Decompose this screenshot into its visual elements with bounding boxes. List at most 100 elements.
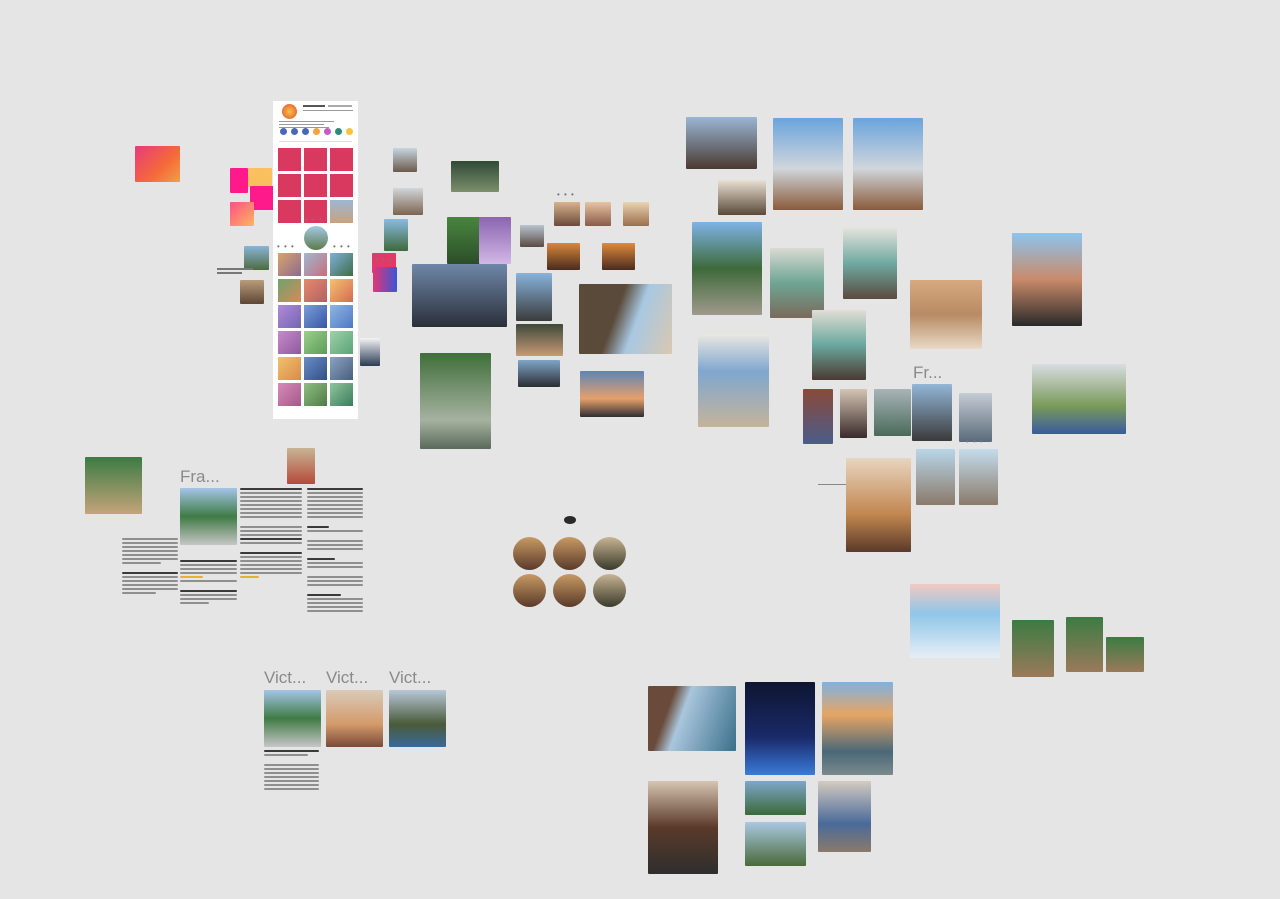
photo[interactable] xyxy=(1012,620,1054,677)
grid-photo[interactable] xyxy=(330,383,353,406)
grid-photo[interactable] xyxy=(278,331,301,354)
photo[interactable] xyxy=(686,117,757,169)
photo[interactable] xyxy=(420,353,491,449)
circle-photo[interactable] xyxy=(593,537,626,570)
photo-small[interactable] xyxy=(585,202,611,226)
photo[interactable] xyxy=(843,228,897,299)
photo[interactable] xyxy=(389,690,446,747)
grid-photo[interactable] xyxy=(304,357,327,380)
photo[interactable] xyxy=(846,458,911,552)
more-icon[interactable]: • • • xyxy=(305,215,323,224)
photo[interactable] xyxy=(812,310,866,380)
photo[interactable] xyxy=(451,161,499,192)
circle-photo[interactable] xyxy=(553,574,586,607)
photo[interactable] xyxy=(745,781,806,815)
pink-pattern-image[interactable] xyxy=(135,146,180,182)
swatch-yellow[interactable] xyxy=(248,168,272,187)
profile-avatar[interactable] xyxy=(304,226,328,250)
swatch-magenta[interactable] xyxy=(230,168,248,193)
photo[interactable] xyxy=(447,217,480,264)
photo-small[interactable] xyxy=(240,280,264,304)
photo[interactable] xyxy=(745,822,806,866)
grid-photo[interactable] xyxy=(330,357,353,380)
grid-photo[interactable] xyxy=(304,331,327,354)
grid-post[interactable] xyxy=(330,148,353,171)
photo[interactable] xyxy=(770,248,824,318)
grid-photo[interactable] xyxy=(278,305,301,328)
highlight-circle[interactable] xyxy=(280,128,287,135)
frame-label[interactable]: Fr... xyxy=(913,363,942,383)
photo[interactable] xyxy=(1106,637,1144,672)
grid-post[interactable] xyxy=(330,200,353,223)
grid-post[interactable] xyxy=(278,174,301,197)
photo[interactable] xyxy=(264,690,321,747)
photo[interactable] xyxy=(648,686,736,751)
highlight-circle[interactable] xyxy=(313,128,320,135)
photo-small[interactable] xyxy=(520,225,544,247)
photo[interactable] xyxy=(1066,617,1103,672)
photo-small[interactable] xyxy=(384,219,408,251)
grid-photo[interactable] xyxy=(304,253,327,276)
photo[interactable] xyxy=(853,118,923,210)
photo-small[interactable] xyxy=(547,243,580,270)
grid-photo[interactable] xyxy=(304,305,327,328)
photo[interactable] xyxy=(1032,364,1126,434)
grid-photo[interactable] xyxy=(278,253,301,276)
grid-photo[interactable] xyxy=(304,383,327,406)
photo[interactable] xyxy=(718,180,766,215)
grid-photo[interactable] xyxy=(330,305,353,328)
photo[interactable] xyxy=(326,690,383,747)
grid-photo[interactable] xyxy=(330,279,353,302)
photo[interactable] xyxy=(822,682,893,775)
photo[interactable] xyxy=(698,334,769,427)
photo[interactable] xyxy=(692,222,762,315)
photo-small[interactable] xyxy=(602,243,635,270)
photo[interactable] xyxy=(516,273,552,321)
grid-photo[interactable] xyxy=(330,331,353,354)
photo[interactable] xyxy=(180,488,237,545)
swatch-blue-gradient[interactable] xyxy=(373,267,397,292)
photo[interactable] xyxy=(818,781,871,852)
photo-small[interactable] xyxy=(554,202,580,226)
photo[interactable] xyxy=(910,280,982,349)
highlight-circle[interactable] xyxy=(335,128,342,135)
photo[interactable] xyxy=(412,264,507,327)
frame-label[interactable]: Fra... xyxy=(180,467,220,487)
grid-post[interactable] xyxy=(278,148,301,171)
swatch-gradient[interactable] xyxy=(230,202,254,226)
highlight-circle[interactable] xyxy=(291,128,298,135)
photo[interactable] xyxy=(959,449,998,505)
photo[interactable] xyxy=(912,384,952,441)
photo[interactable] xyxy=(1012,233,1082,326)
photo-small[interactable] xyxy=(393,148,417,172)
photo[interactable] xyxy=(745,682,815,775)
grid-post[interactable] xyxy=(330,174,353,197)
frame-label[interactable]: Vict... xyxy=(326,668,368,688)
grid-photo[interactable] xyxy=(278,357,301,380)
grid-photo[interactable] xyxy=(278,279,301,302)
photo[interactable] xyxy=(648,781,718,874)
more-icon[interactable]: • • • xyxy=(375,255,393,264)
photo[interactable] xyxy=(773,118,843,210)
photo[interactable] xyxy=(85,457,142,514)
photo[interactable] xyxy=(874,389,911,436)
grid-photo[interactable] xyxy=(330,253,353,276)
grid-photo[interactable] xyxy=(278,383,301,406)
highlight-circle[interactable] xyxy=(302,128,309,135)
photo[interactable] xyxy=(518,360,560,387)
grid-post[interactable] xyxy=(304,174,327,197)
photo[interactable] xyxy=(803,389,833,444)
photo[interactable] xyxy=(916,449,955,505)
more-icon[interactable]: • • • xyxy=(557,190,575,199)
photo-small[interactable] xyxy=(393,188,423,215)
circle-photo[interactable] xyxy=(513,537,546,570)
photo-small[interactable] xyxy=(623,202,649,226)
more-icon[interactable]: • • • xyxy=(277,242,295,251)
circle-photo[interactable] xyxy=(593,574,626,607)
frame-label[interactable]: Vict... xyxy=(389,668,431,688)
photo[interactable] xyxy=(516,324,563,356)
circle-photo[interactable] xyxy=(553,537,586,570)
photo[interactable] xyxy=(580,371,644,417)
photo[interactable] xyxy=(959,393,992,442)
profile-mockup-card[interactable] xyxy=(273,101,358,419)
